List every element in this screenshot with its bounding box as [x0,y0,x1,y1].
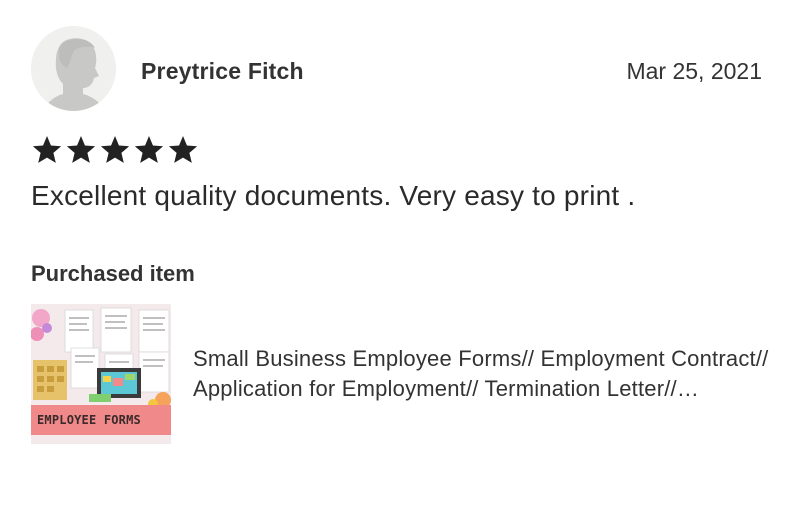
purchased-item-link[interactable]: EMPLOYEE FORMS Small Business Employee F… [31,304,771,444]
thumbnail-caption: EMPLOYEE FORMS [31,405,171,435]
item-thumbnail[interactable]: EMPLOYEE FORMS [31,304,171,444]
star-icon [167,134,199,166]
star-icon [31,134,63,166]
star-rating [31,134,199,166]
star-icon [99,134,131,166]
purchased-item-heading: Purchased item [31,261,195,286]
user-silhouette-icon [31,26,116,111]
review-date: Mar 25, 2021 [626,58,762,84]
review-text: Excellent quality documents. Very easy t… [31,180,636,211]
reviewer-avatar[interactable] [31,26,116,111]
purchased-item-title[interactable]: Small Business Employee Forms// Employme… [193,344,773,404]
reviewer-name[interactable]: Preytrice Fitch [141,58,304,85]
star-icon [65,134,97,166]
star-icon [133,134,165,166]
